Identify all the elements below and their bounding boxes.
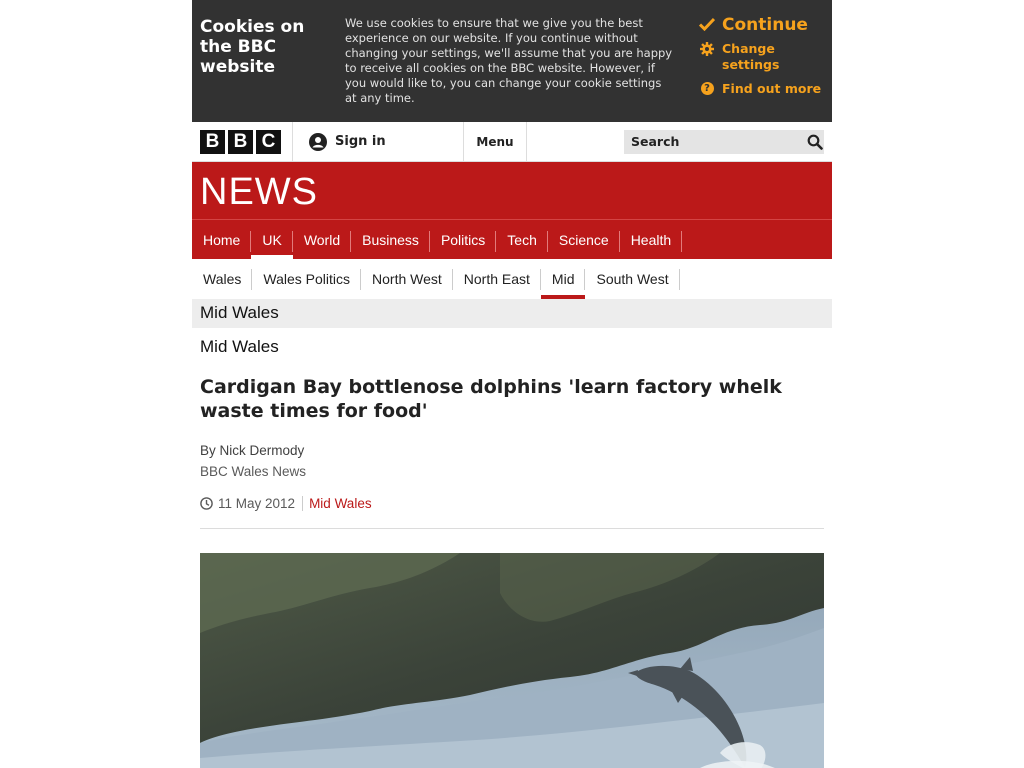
bbc-logo-letter: B: [228, 129, 253, 154]
masthead: B B C Sign in Menu: [192, 122, 832, 162]
continue-button[interactable]: Continue: [698, 14, 828, 36]
subnav-item-wales[interactable]: Wales: [192, 259, 253, 299]
continue-label: Continue: [722, 15, 808, 35]
article-section-label: Mid Wales: [200, 337, 279, 356]
search-icon: [807, 134, 823, 150]
nav-item-health[interactable]: Health: [620, 220, 683, 259]
author-name: By Nick Dermody: [200, 443, 305, 458]
bbc-logo-letter: B: [200, 129, 225, 154]
section-header: Mid Wales: [192, 299, 832, 328]
nav-item-science[interactable]: Science: [548, 220, 620, 259]
dolphin-photo: [200, 553, 824, 768]
byline: By Nick Dermody BBC Wales News: [200, 440, 824, 482]
nav-item-tech[interactable]: Tech: [496, 220, 548, 259]
nav-item-home[interactable]: Home: [192, 220, 252, 259]
bbc-logo-letter: C: [256, 129, 281, 154]
nav-item-business[interactable]: Business: [351, 220, 430, 259]
sign-in-label: Sign in: [335, 134, 386, 149]
subnav-item-mid[interactable]: Mid: [541, 259, 586, 299]
search-area: [527, 122, 832, 161]
search-button[interactable]: [806, 130, 824, 154]
change-settings-link[interactable]: Change settings: [698, 41, 828, 73]
nav-item-uk[interactable]: UK: [251, 220, 294, 259]
news-logo[interactable]: NEWS: [200, 172, 318, 212]
checkmark-icon: [698, 17, 716, 31]
subnav-item-north-west[interactable]: North West: [361, 259, 453, 299]
subnav-item-south-west[interactable]: South West: [585, 259, 680, 299]
article-headline: Cardigan Bay bottlenose dolphins 'learn …: [200, 376, 782, 422]
nav-item-politics[interactable]: Politics: [430, 220, 497, 259]
question-icon: ?: [698, 82, 716, 95]
page: Cookies on the BBC website We use cookie…: [192, 0, 832, 768]
menu-label: Menu: [476, 134, 514, 149]
author-organisation: BBC Wales News: [200, 464, 307, 479]
find-out-more-link[interactable]: ? Find out more: [698, 81, 828, 97]
cookie-actions: Continue Change settings ? Find out more: [698, 14, 828, 97]
article-meta: 11 May 2012 Mid Wales: [200, 496, 824, 529]
cookie-banner: Cookies on the BBC website We use cookie…: [192, 0, 832, 122]
bbc-logo[interactable]: B B C: [192, 122, 293, 161]
subnav-item-north-east[interactable]: North East: [453, 259, 542, 299]
gear-icon: [698, 42, 716, 56]
hero-image: [200, 553, 824, 768]
cookie-banner-text: We use cookies to ensure that we give yo…: [345, 16, 673, 105]
user-icon: [309, 132, 327, 151]
primary-nav: Home UK World Business Politics Tech Sci…: [192, 219, 832, 259]
section-title: Mid Wales: [200, 303, 279, 322]
search-input[interactable]: [624, 129, 806, 154]
cookie-banner-title: Cookies on the BBC website: [200, 17, 305, 77]
subnav-item-wales-politics[interactable]: Wales Politics: [252, 259, 361, 299]
article: Mid Wales Cardigan Bay bottlenose dolphi…: [192, 337, 832, 768]
nav-item-world[interactable]: World: [293, 220, 352, 259]
find-out-more-label: Find out more: [722, 81, 822, 96]
article-date: 11 May 2012: [218, 496, 296, 511]
topic-link[interactable]: Mid Wales: [309, 496, 372, 511]
clock-icon: [200, 497, 213, 510]
sign-in-button[interactable]: Sign in: [293, 122, 464, 161]
news-banner: NEWS: [192, 162, 832, 219]
change-settings-label: Change settings: [722, 41, 780, 72]
menu-button[interactable]: Menu: [464, 122, 527, 161]
search-box: [624, 129, 824, 154]
secondary-nav: Wales Wales Politics North West North Ea…: [192, 259, 832, 299]
meta-divider: [302, 496, 304, 511]
